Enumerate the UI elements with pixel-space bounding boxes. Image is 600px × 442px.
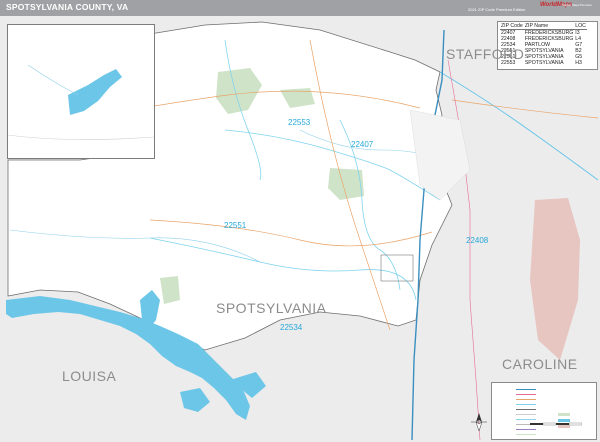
inset-lake (68, 69, 122, 115)
edition-label: 2021 ZIP Code Premium Edition (468, 7, 526, 12)
legend-line (516, 419, 536, 421)
map-legend (491, 382, 597, 440)
title-bar: SPOTSYLVANIA COUNTY, VA 2021 ZIP Code Pr… (0, 0, 600, 16)
inset-road (7, 134, 155, 140)
map-title: SPOTSYLVANIA COUNTY, VA (6, 2, 129, 12)
legend-line (516, 394, 536, 396)
legend-line (516, 429, 536, 431)
legend-line (516, 414, 536, 416)
legend-line (516, 404, 536, 406)
locator-inset (7, 24, 155, 159)
zip-label-22551: 22551 (224, 221, 247, 230)
column-header: LOC (574, 23, 587, 30)
map-page: SPOTSYLVANIA COUNTY, VA 2021 ZIP Code Pr… (0, 0, 600, 442)
neighbor-label-louisa: LOUISA (62, 368, 117, 384)
legend-line (516, 389, 536, 391)
legend-line (516, 409, 536, 411)
brand-logo: WorldMaps Market Maps Premium (530, 1, 596, 15)
county-label: SPOTSYLVANIA (216, 300, 327, 316)
zip-label-22553: 22553 (288, 118, 311, 127)
inset-creek (27, 64, 79, 96)
zip-label-22407: 22407 (351, 140, 374, 149)
zip-label-22534: 22534 (280, 323, 303, 332)
brand-subtitle: Market Maps Premium (562, 3, 593, 7)
scale-bar (530, 422, 582, 426)
column-header: ZIP Code (500, 23, 524, 30)
neighbor-label-stafford: STAFFORD (446, 46, 525, 62)
legend-line (516, 434, 536, 436)
north-arrow-icon (471, 413, 487, 432)
legend-swatch (558, 413, 570, 416)
loc-cell: H3 (575, 60, 582, 66)
neighbor-label-caroline: CAROLINE (502, 356, 578, 372)
zip-label-22408: 22408 (466, 236, 489, 245)
legend-line (516, 399, 536, 401)
zip-name-cell: SPOTSYLVANIA (524, 60, 564, 66)
